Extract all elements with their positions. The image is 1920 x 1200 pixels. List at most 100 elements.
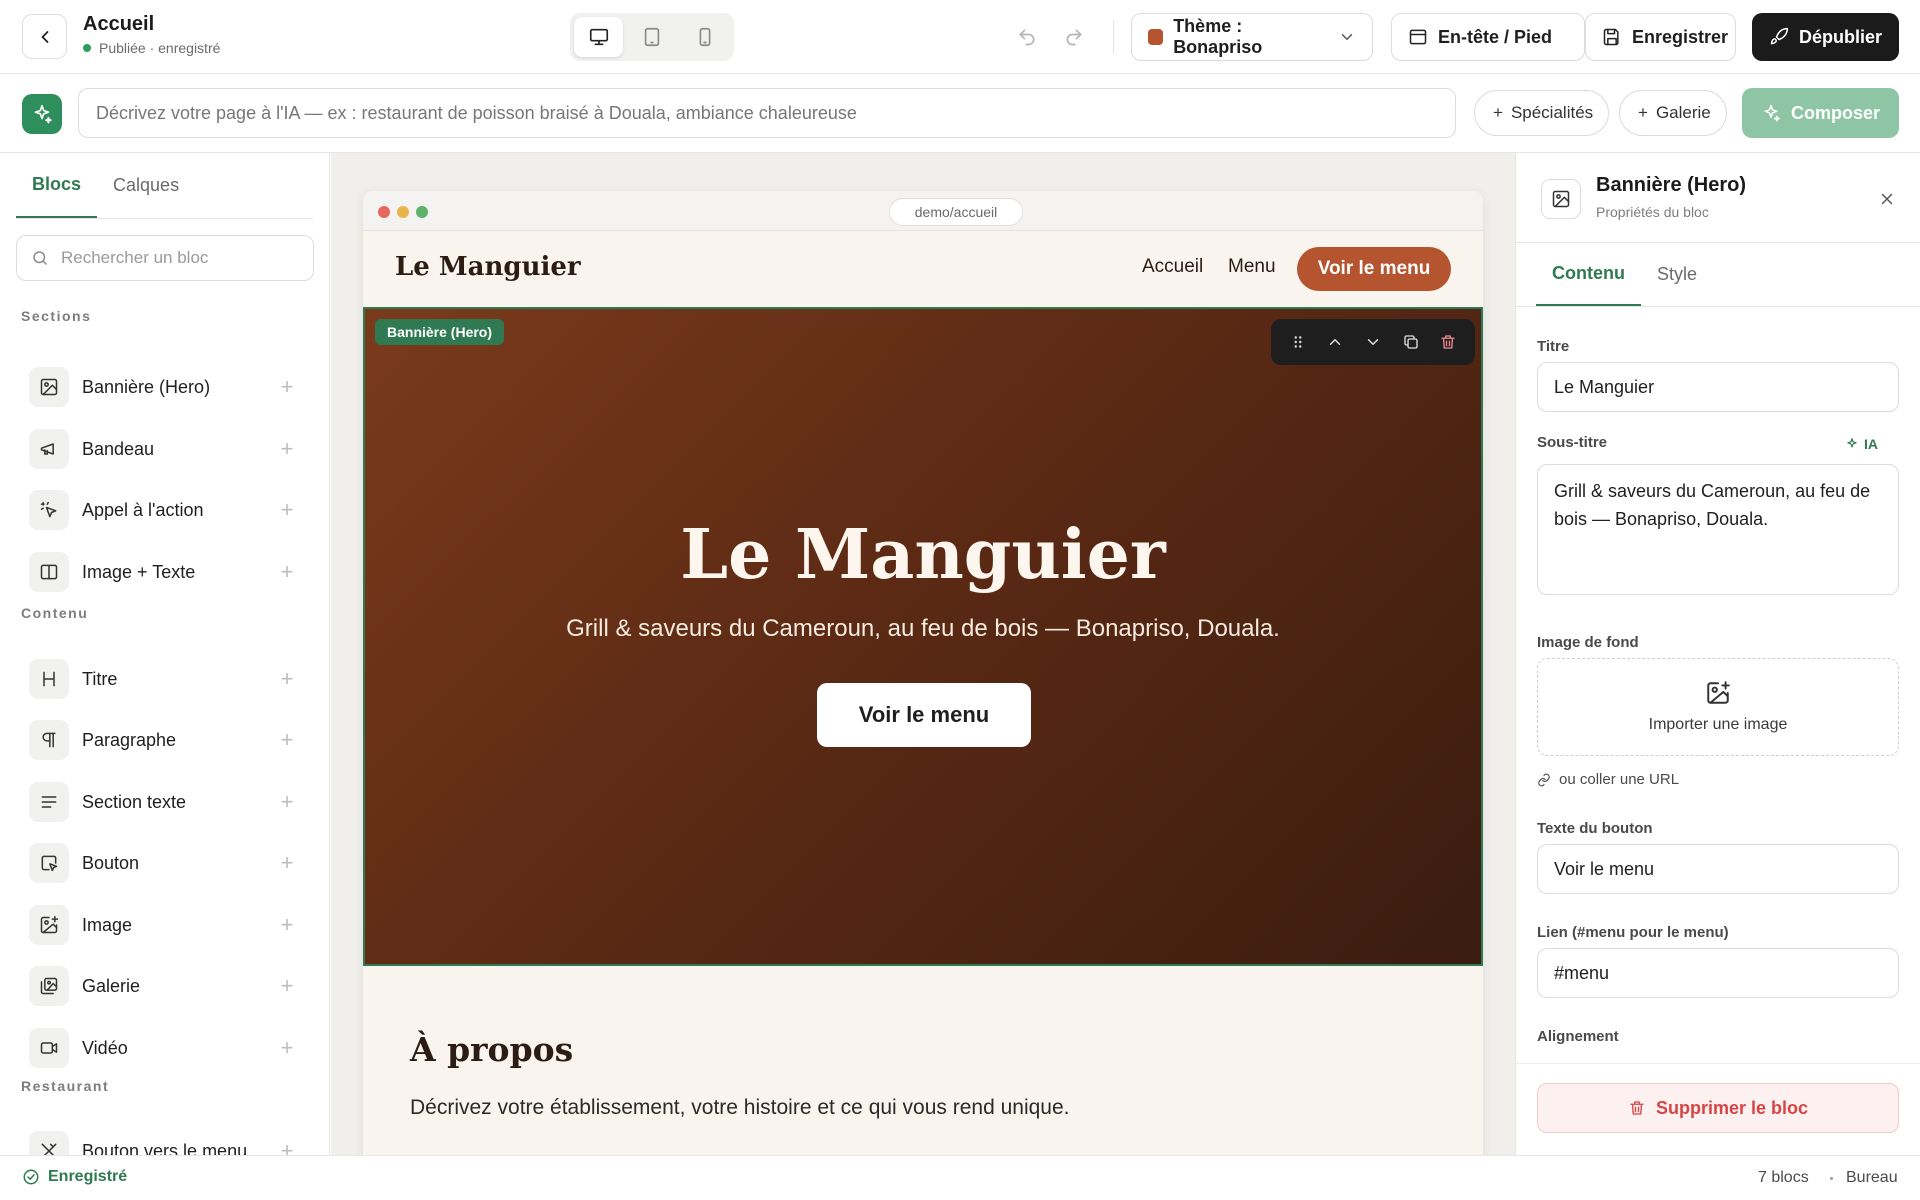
about-title: À propos: [410, 1030, 574, 1069]
paste-url-link[interactable]: ou coller une URL: [1537, 771, 1679, 788]
block-item-paragraphe[interactable]: Paragraphe +: [29, 717, 309, 763]
hero-title: Le Manguier: [680, 515, 1166, 595]
block-count: 7 blocs: [1758, 1169, 1809, 1186]
site-nav-menu[interactable]: Menu: [1228, 256, 1276, 278]
block-item-image[interactable]: Image +: [29, 902, 309, 948]
about-block[interactable]: À propos Décrivez votre établissement, v…: [363, 966, 1483, 1155]
undo-button[interactable]: [1009, 19, 1045, 55]
delete-block-button[interactable]: Supprimer le bloc: [1537, 1083, 1899, 1133]
site-nav-accueil[interactable]: Accueil: [1142, 256, 1203, 278]
layout-icon: [1408, 27, 1428, 47]
button-icon: [29, 843, 69, 883]
properties-title: Bannière (Hero): [1596, 174, 1747, 196]
drag-handle-icon[interactable]: [1289, 333, 1307, 351]
block-item-galerie[interactable]: Galerie +: [29, 963, 309, 1009]
device-switcher: [570, 13, 734, 61]
block-item-label: Image: [82, 914, 133, 935]
gallery-icon: [29, 966, 69, 1006]
image-upload-dropzone[interactable]: Importer une image: [1537, 658, 1899, 756]
trash-icon[interactable]: [1439, 333, 1457, 351]
button-text-field[interactable]: Voir le menu: [1537, 844, 1899, 894]
tab-style[interactable]: Style: [1641, 243, 1713, 306]
move-up-icon[interactable]: [1326, 333, 1344, 351]
title-field[interactable]: Le Manguier: [1537, 362, 1899, 412]
add-block-icon[interactable]: +: [275, 850, 299, 875]
add-block-icon[interactable]: +: [275, 666, 299, 691]
block-item-video[interactable]: Vidéo +: [29, 1025, 309, 1071]
upload-label: Importer une image: [1648, 716, 1788, 733]
block-search-input[interactable]: Rechercher un bloc: [16, 235, 314, 281]
back-button[interactable]: [22, 14, 67, 59]
status-dot-icon: [83, 44, 91, 52]
title-field-label: Titre: [1537, 338, 1570, 355]
chip-galerie[interactable]: + Galerie: [1619, 90, 1727, 136]
page-status-text: Publiée · enregistré: [99, 40, 221, 56]
add-block-icon[interactable]: +: [275, 727, 299, 752]
block-item-section-texte[interactable]: Section texte +: [29, 779, 309, 825]
add-block-icon[interactable]: +: [275, 559, 299, 584]
site-header[interactable]: Le Manguier Accueil Menu Voir le menu: [363, 231, 1483, 307]
theme-color-swatch: [1148, 29, 1164, 45]
block-item-bouton[interactable]: Bouton +: [29, 840, 309, 886]
add-block-icon[interactable]: +: [275, 789, 299, 814]
tab-contenu[interactable]: Contenu: [1536, 243, 1641, 306]
chip-specialites[interactable]: + Spécialités: [1474, 90, 1609, 136]
save-button[interactable]: Enregistrer: [1585, 13, 1736, 61]
hero-block-selected[interactable]: Bannière (Hero) Le Manguier Grill & save…: [363, 307, 1483, 966]
move-down-icon[interactable]: [1364, 333, 1382, 351]
block-item-label: Appel à l'action: [82, 499, 204, 520]
megaphone-icon: [29, 429, 69, 469]
site-logo: Le Manguier: [395, 252, 581, 282]
close-panel-button[interactable]: [1874, 186, 1900, 212]
chevron-down-icon: [1338, 28, 1356, 46]
plus-icon: +: [1493, 103, 1503, 122]
chip-label: Galerie: [1655, 103, 1711, 122]
block-item-label: Section texte: [82, 791, 187, 812]
block-toolbar: [1271, 319, 1475, 365]
header-footer-button[interactable]: En-tête / Pied: [1391, 13, 1585, 61]
block-item-bouton-menu[interactable]: Bouton vers le menu +: [29, 1128, 309, 1155]
mobile-view-button[interactable]: [681, 17, 730, 57]
group-label-restaurant: Restaurant: [21, 1078, 110, 1094]
link-field[interactable]: #menu: [1537, 948, 1899, 998]
block-item-banniere[interactable]: Bannière (Hero) +: [29, 364, 309, 410]
theme-select-label: Thème : Bonapriso: [1173, 16, 1263, 57]
hero-cta-button[interactable]: Voir le menu: [817, 683, 1031, 747]
add-block-icon[interactable]: +: [275, 1035, 299, 1060]
search-icon: [31, 249, 49, 267]
image-upload-icon: [1705, 680, 1731, 706]
duplicate-icon[interactable]: [1402, 333, 1420, 351]
block-item-bandeau[interactable]: Bandeau +: [29, 426, 309, 472]
theme-select[interactable]: Thème : Bonapriso: [1131, 13, 1373, 61]
trash-icon: [1628, 1099, 1646, 1117]
tab-calques[interactable]: Calques: [97, 153, 195, 218]
subtitle-field[interactable]: Grill & saveurs du Cameroun, au feu de b…: [1537, 464, 1899, 595]
ai-prompt-input[interactable]: Décrivez votre page à l'IA — ex : restau…: [78, 88, 1456, 138]
desktop-view-button[interactable]: [574, 17, 624, 57]
add-block-icon[interactable]: +: [275, 374, 299, 399]
block-item-label: Image + Texte: [82, 561, 196, 582]
add-block-icon[interactable]: +: [275, 436, 299, 461]
redo-button[interactable]: [1056, 19, 1092, 55]
add-block-icon[interactable]: +: [275, 497, 299, 522]
tablet-view-button[interactable]: [627, 17, 676, 57]
block-item-appel-action[interactable]: Appel à l'action +: [29, 487, 309, 533]
subtitle-field-label: Sous-titre: [1537, 434, 1608, 451]
block-item-titre[interactable]: Titre +: [29, 656, 309, 702]
monitor-icon: [588, 26, 610, 48]
heading-icon: [29, 659, 69, 699]
site-cta-button[interactable]: Voir le menu: [1297, 247, 1451, 291]
page-preview: demo/accueil Le Manguier Accueil Menu Vo…: [363, 191, 1483, 1155]
compose-button[interactable]: Composer: [1742, 88, 1899, 138]
tab-blocs[interactable]: Blocs: [16, 153, 98, 218]
save-button-label: Enregistrer: [1632, 26, 1729, 47]
background-image-label: Image de fond: [1537, 634, 1639, 651]
add-block-icon[interactable]: +: [275, 912, 299, 937]
block-item-image-texte[interactable]: Image + Texte +: [29, 549, 309, 595]
add-block-icon[interactable]: +: [275, 973, 299, 998]
ai-rewrite-button[interactable]: IA: [1845, 436, 1878, 452]
add-block-icon[interactable]: +: [275, 1138, 299, 1155]
button-text-label: Texte du bouton: [1537, 820, 1653, 837]
hero-subtitle: Grill & saveurs du Cameroun, au feu de b…: [566, 615, 1280, 642]
unpublish-button[interactable]: Dépublier: [1752, 13, 1899, 61]
